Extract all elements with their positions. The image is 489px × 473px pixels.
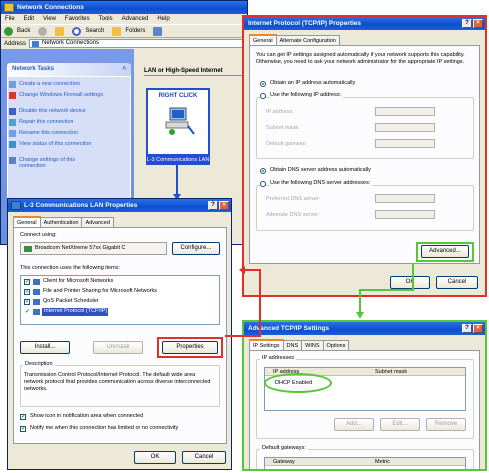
green-connector	[359, 264, 414, 314]
red-connector	[225, 269, 261, 337]
red-arrowhead	[239, 266, 245, 274]
flow-connectors	[225, 264, 414, 337]
green-arrowhead	[356, 312, 364, 319]
